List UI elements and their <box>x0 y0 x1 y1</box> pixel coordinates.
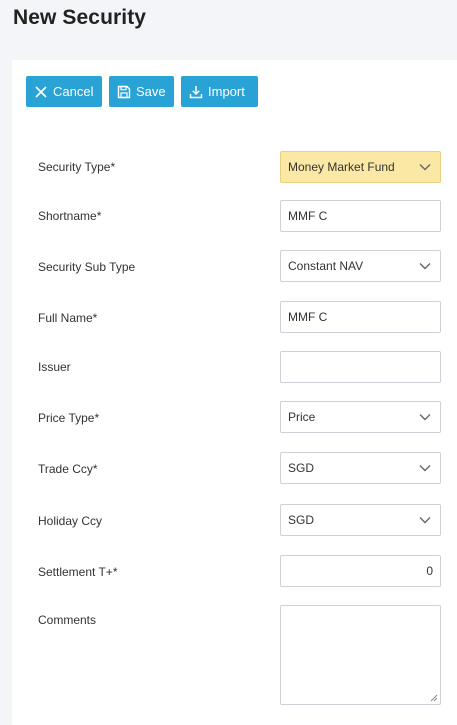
trade-ccy-value: SGD <box>288 461 315 475</box>
security-sub-type-label: Security Sub Type <box>38 260 136 274</box>
chevron-down-icon <box>419 517 431 524</box>
chevron-down-icon <box>419 164 431 171</box>
full-name-label: Full Name* <box>38 311 98 325</box>
issuer-input[interactable] <box>280 351 441 383</box>
comments-textarea[interactable] <box>280 605 441 705</box>
holiday-ccy-label: Holiday Ccy <box>38 514 103 528</box>
chevron-down-icon <box>419 263 431 270</box>
settlement-label: Settlement T+* <box>38 565 118 579</box>
chevron-down-icon <box>419 465 431 472</box>
holiday-ccy-value: SGD <box>288 513 315 527</box>
price-type-label: Price Type* <box>38 411 100 425</box>
trade-ccy-label: Trade Ccy* <box>38 462 98 476</box>
full-name-input[interactable]: MMF C <box>280 301 441 333</box>
floppy-disk-icon <box>117 85 131 99</box>
security-sub-type-select[interactable]: Constant NAV <box>280 250 441 282</box>
cancel-label: Cancel <box>53 84 94 99</box>
page-title: New Security <box>13 6 147 29</box>
chevron-down-icon <box>419 414 431 421</box>
shortname-input[interactable]: MMF C <box>280 200 441 232</box>
security-sub-type-value: Constant NAV <box>288 259 364 273</box>
full-name-value: MMF C <box>288 310 328 324</box>
holiday-ccy-select[interactable]: SGD <box>280 504 441 536</box>
form-card: Cancel Save Import Security Type* Money … <box>12 60 457 725</box>
issuer-label: Issuer <box>38 360 71 374</box>
price-type-value: Price <box>288 410 316 424</box>
settlement-input[interactable]: 0 <box>280 555 441 587</box>
import-label: Import <box>208 84 245 99</box>
price-type-select[interactable]: Price <box>280 401 441 433</box>
cancel-button[interactable]: Cancel <box>26 76 102 107</box>
shortname-value: MMF C <box>288 209 328 223</box>
save-button[interactable]: Save <box>109 76 174 107</box>
security-type-value: Money Market Fund <box>288 160 395 174</box>
settlement-value: 0 <box>426 564 433 578</box>
close-icon <box>34 85 48 99</box>
download-icon <box>189 85 203 99</box>
security-type-label: Security Type* <box>38 160 116 174</box>
resize-handle-icon[interactable] <box>430 694 438 702</box>
security-type-select[interactable]: Money Market Fund <box>280 151 441 183</box>
comments-label: Comments <box>38 613 97 627</box>
save-label: Save <box>136 84 166 99</box>
shortname-label: Shortname* <box>38 209 102 223</box>
trade-ccy-select[interactable]: SGD <box>280 452 441 484</box>
import-button[interactable]: Import <box>181 76 258 107</box>
